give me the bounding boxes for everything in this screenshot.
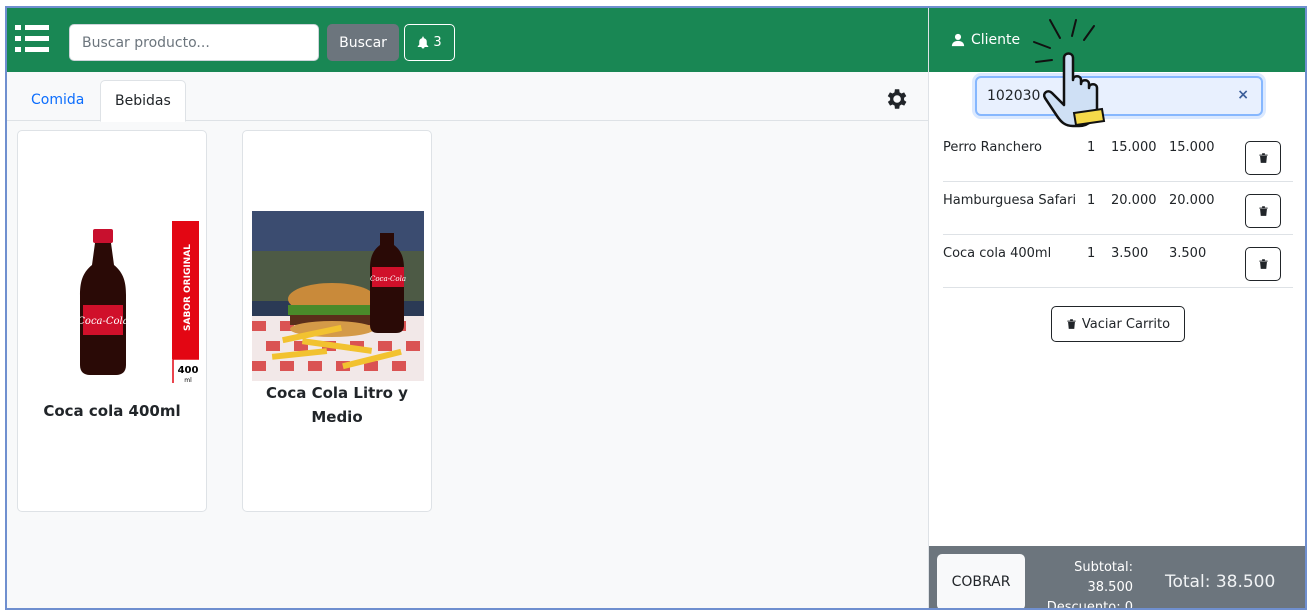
brand-label: Coca-Cola [370,275,406,283]
client-id-field: × [975,76,1263,116]
product-image-coca-400: Coca-Cola SABOR ORIGINAL 400 ml [27,211,204,390]
trash-icon [1258,259,1268,269]
cart-item-subtotal: 20.000 [1169,193,1215,208]
app-window: Buscar 3 Comida Bebidas Coca-Cola [5,6,1307,610]
category-tabs: Comida Bebidas [7,72,928,122]
trash-icon [1067,319,1076,329]
bell-icon [418,36,429,49]
cart-item-qty: 1 [1087,140,1096,155]
delete-item-button[interactable] [1245,141,1281,175]
total-text: Total: 38.500 [1165,572,1276,592]
top-navbar: Buscar 3 [7,8,928,72]
product-name: Coca cola 400ml [43,402,181,420]
trash-icon [1258,153,1268,163]
delete-item-button[interactable] [1245,247,1281,281]
label-unit-text: ml [184,377,192,383]
cart-item-price: 15.000 [1111,140,1157,155]
discount-text: Descuento: 0 [1046,600,1133,610]
cart-item-qty: 1 [1087,246,1096,261]
product-card[interactable]: Coca-Cola SABOR ORIGINAL 400 ml Coca col… [17,130,207,512]
cart-item-qty: 1 [1087,193,1096,208]
notifications-button[interactable]: 3 [404,24,455,61]
cart-row: Perro Ranchero 1 15.000 15.000 [943,130,1293,182]
notification-count: 3 [433,35,442,50]
client-button[interactable]: Cliente [951,32,1020,48]
charge-button[interactable]: COBRAR [937,554,1025,608]
clear-client-icon[interactable]: × [1237,87,1249,103]
clear-cart-button[interactable]: Vaciar Carrito [1051,306,1185,342]
cart-item-price: 20.000 [1111,193,1157,208]
user-icon [951,33,965,47]
cart-row: Coca cola 400ml 1 3.500 3.500 [943,236,1293,288]
search-button[interactable]: Buscar [327,24,399,61]
label-vertical-text: SABOR ORIGINAL [183,244,193,331]
client-label: Cliente [971,32,1021,48]
totals-breakdown: Subtotal: 38.500 Descuento: 0 [1035,558,1133,610]
trash-icon [1258,206,1268,216]
product-pane: Buscar 3 Comida Bebidas Coca-Cola [7,8,928,608]
tab-comida[interactable]: Comida [17,80,98,121]
brand-label: Coca-Cola [77,316,128,327]
label-size-text: 400 [178,365,199,376]
product-card[interactable]: Coca-Cola Coca Cola Litro y Medio [242,130,432,512]
clear-cart-label: Vaciar Carrito [1081,316,1171,332]
product-image-coca-litro: Coca-Cola [252,211,424,381]
cart-row: Hamburguesa Safari 1 20.000 20.000 [943,183,1293,235]
cart-item-name: Hamburguesa Safari [943,193,1077,208]
delete-item-button[interactable] [1245,194,1281,228]
cart-item-name: Perro Ranchero [943,140,1042,155]
search-input[interactable] [69,24,319,61]
client-header: Cliente [929,8,1305,72]
product-name: Coca Cola Litro y Medio [266,384,408,426]
cart-item-name: Coca cola 400ml [943,246,1052,261]
cart-pane: Cliente × Perro Ranchero 1 15.000 15.000 Ham… [928,8,1305,610]
gear-icon[interactable] [883,86,909,112]
client-id-input[interactable] [987,85,1207,107]
cart-item-subtotal: 3.500 [1169,246,1207,261]
cart-item-price: 3.500 [1111,246,1149,261]
subtotal-text: Subtotal: 38.500 [1074,560,1133,595]
list-menu-icon[interactable] [15,23,49,55]
checkout-footer: COBRAR Subtotal: 38.500 Descuento: 0 Tot… [929,546,1305,610]
tab-bebidas[interactable]: Bebidas [100,80,186,122]
cart-item-subtotal: 15.000 [1169,140,1215,155]
